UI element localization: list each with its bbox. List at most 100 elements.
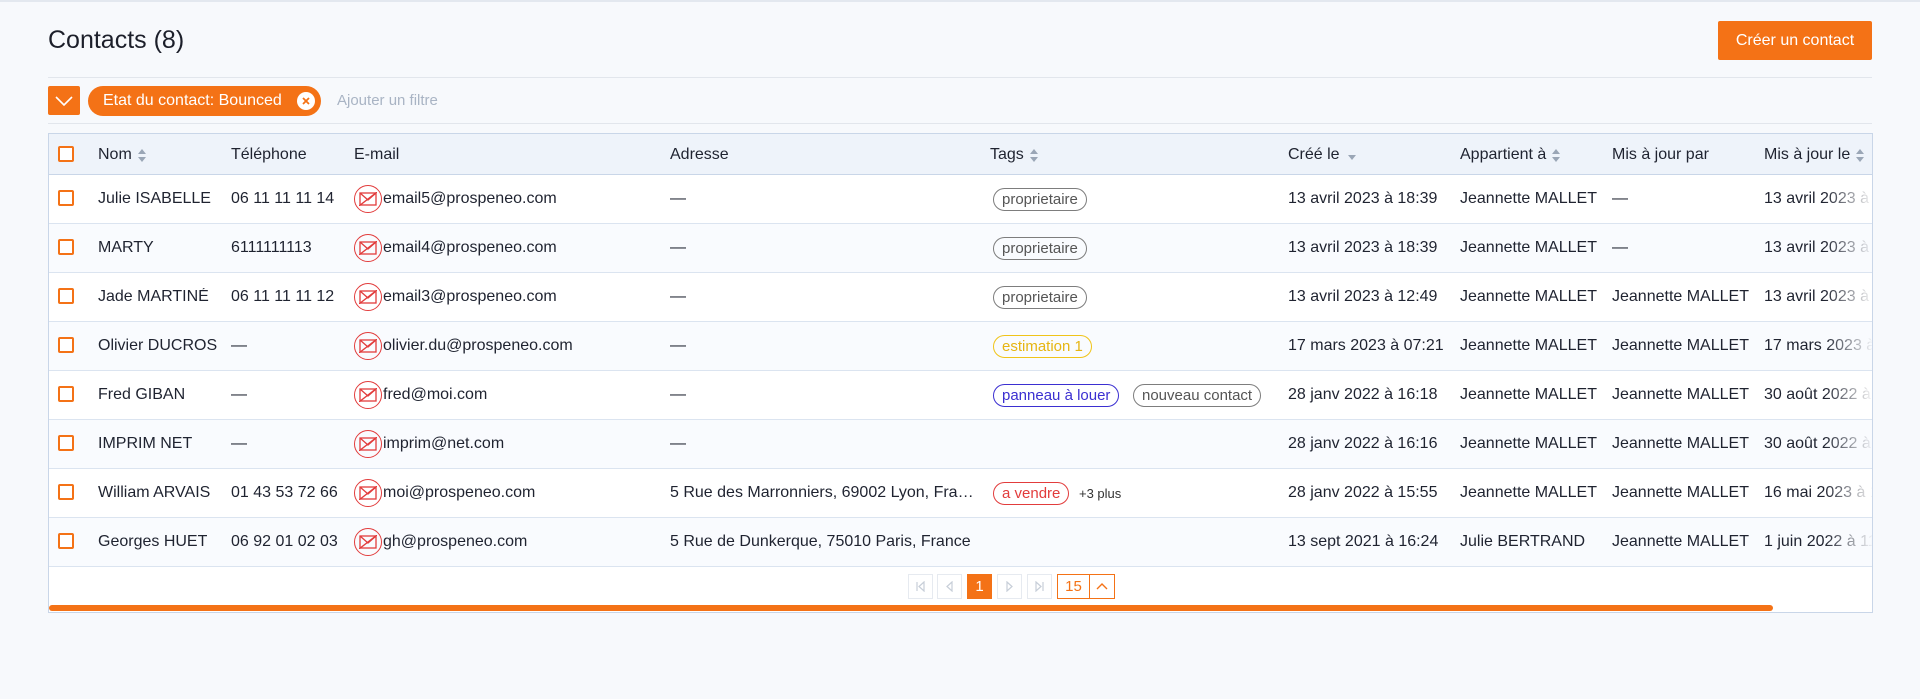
column-label: E-mail (354, 146, 400, 163)
previous-icon (946, 581, 953, 592)
horizontal-scrollbar[interactable] (49, 605, 1773, 611)
bounced-email-icon (354, 528, 382, 556)
tag[interactable]: proprietaire (993, 188, 1087, 211)
row-checkbox[interactable] (58, 386, 74, 402)
owner: Jeannette MALLET (1460, 288, 1597, 305)
tag[interactable]: nouveau contact (1133, 384, 1262, 407)
contact-email[interactable]: email3@prospeneo.com (383, 288, 557, 306)
next-icon (1006, 581, 1013, 592)
owner: Jeannette MALLET (1460, 484, 1597, 501)
sort-desc-icon[interactable] (1347, 154, 1356, 160)
table-row[interactable]: Julie ISABELLE 06 11 11 11 14 email5@pro… (49, 175, 1872, 224)
tag[interactable]: panneau à louer (993, 384, 1120, 407)
contact-email[interactable]: email5@prospeneo.com (383, 190, 557, 208)
contact-address: — (670, 337, 686, 354)
sort-icon[interactable] (1029, 148, 1039, 162)
table-row[interactable]: Olivier DUCROS — olivier.du@prospeneo.co… (49, 322, 1873, 371)
contact-name[interactable]: MARTY (98, 239, 154, 257)
contact-phone: 06 11 11 11 14 (231, 190, 335, 207)
sort-icon[interactable] (1856, 148, 1865, 162)
bounced-email-icon (354, 234, 382, 262)
updated-date: 30 août 2022 à (1764, 386, 1871, 403)
contact-email[interactable]: email4@prospeneo.com (383, 239, 557, 257)
create-contact-button[interactable]: Créer un contact (1718, 21, 1872, 60)
bounced-email-icon (354, 185, 382, 213)
remove-filter-button[interactable] (297, 92, 315, 110)
contact-name[interactable]: Jade MARTINÉ (98, 288, 209, 306)
contact-email[interactable]: fred@moi.com (383, 386, 487, 404)
page-title: Contacts (8) (48, 26, 185, 54)
sort-icon[interactable] (1552, 148, 1561, 162)
column-header-email: E-mail (354, 146, 399, 164)
column-header-name[interactable]: Nom (98, 146, 147, 164)
more-tags-link[interactable]: +3 plus (1079, 486, 1121, 501)
updated-date: 1 juin 2022 à 11 (1764, 533, 1873, 550)
page-size-toggle[interactable] (1089, 574, 1115, 599)
column-header-created[interactable]: Créé le (1288, 146, 1356, 164)
created-date: 13 avril 2023 à 12:49 (1288, 288, 1438, 305)
created-date: 13 sept 2021 à 16:24 (1288, 533, 1439, 550)
contact-name[interactable]: Julie ISABELLE (98, 190, 211, 208)
table-header: Nom Téléphone E-mail Adresse Tags Créé l… (49, 134, 1872, 175)
bounced-email-icon (354, 283, 382, 311)
row-checkbox[interactable] (58, 533, 74, 549)
active-filter-chip[interactable]: Etat du contact: Bounced (88, 86, 321, 116)
filter-toggle-button[interactable] (48, 86, 80, 115)
filter-chip-label: Etat du contact: Bounced (103, 92, 282, 109)
table-row[interactable]: William ARVAIS 01 43 53 72 66 moi@prospe… (49, 469, 1873, 518)
contact-email[interactable]: moi@prospeneo.com (383, 484, 535, 502)
bounced-email-icon (354, 332, 382, 360)
updated-date: 13 avril 2023 à (1764, 239, 1869, 256)
row-checkbox[interactable] (58, 190, 74, 206)
table-row[interactable]: IMPRIM NET — imprim@net.com — 28 janv 20… (49, 420, 1872, 469)
tag[interactable]: a vendre (993, 482, 1070, 505)
page-size-select[interactable]: 15 (1057, 574, 1090, 599)
column-label: Tags (990, 146, 1024, 163)
table-row[interactable]: MARTY 6111111113 email4@prospeneo.com — … (49, 224, 1872, 273)
owner: Jeannette MALLET (1460, 435, 1597, 452)
table-row[interactable]: Georges HUET 06 92 01 02 03 gh@prospeneo… (49, 518, 1873, 567)
created-date: 28 janv 2022 à 16:18 (1288, 386, 1438, 403)
tag[interactable]: estimation 1 (993, 335, 1092, 358)
contact-name[interactable]: IMPRIM NET (98, 435, 192, 453)
sort-icon[interactable] (137, 148, 147, 162)
select-all-checkbox[interactable] (58, 146, 74, 162)
contact-phone: 06 11 11 11 12 (231, 288, 335, 305)
add-filter-input[interactable]: Ajouter un filtre (337, 92, 438, 109)
page-number-button[interactable]: 1 (967, 574, 992, 599)
contact-name[interactable]: Fred GIBAN (98, 386, 185, 404)
row-checkbox[interactable] (58, 239, 74, 255)
updated-date: 17 mars 2023 à (1764, 337, 1873, 354)
updated-date: 16 mai 2023 à 1 (1764, 484, 1873, 501)
column-header-owner[interactable]: Appartient à (1460, 146, 1561, 164)
first-page-button[interactable] (908, 574, 933, 599)
contact-phone: 6111111113 (231, 239, 312, 256)
table-row[interactable]: Jade MARTINÉ 06 11 11 11 12 email3@prosp… (49, 273, 1872, 322)
row-checkbox[interactable] (58, 435, 74, 451)
table-row[interactable]: Fred GIBAN — fred@moi.com — panneau à lo… (49, 371, 1872, 420)
column-label: Appartient à (1460, 146, 1547, 163)
bounced-email-icon (354, 479, 382, 507)
contact-email[interactable]: gh@prospeneo.com (383, 533, 527, 551)
column-header-updated-on[interactable]: Mis à jour le (1764, 146, 1865, 164)
row-checkbox[interactable] (58, 484, 74, 500)
created-date: 17 mars 2023 à 07:21 (1288, 337, 1444, 354)
column-header-tags[interactable]: Tags (990, 146, 1039, 164)
owner: Jeannette MALLET (1460, 239, 1597, 256)
contact-name[interactable]: Olivier DUCROS (98, 337, 217, 355)
contact-address: 5 Rue des Marronniers, 69002 Lyon, Fra… (670, 484, 974, 501)
tag[interactable]: proprietaire (993, 237, 1087, 260)
tag[interactable]: proprietaire (993, 286, 1087, 309)
contact-email[interactable]: olivier.du@prospeneo.com (383, 337, 573, 355)
last-page-button[interactable] (1027, 574, 1052, 599)
row-checkbox[interactable] (58, 288, 74, 304)
previous-page-button[interactable] (937, 574, 962, 599)
contact-name[interactable]: William ARVAIS (98, 484, 210, 502)
updated-by: Jeannette MALLET (1612, 386, 1749, 403)
next-page-button[interactable] (997, 574, 1022, 599)
row-checkbox[interactable] (58, 337, 74, 353)
contact-phone: — (231, 386, 247, 403)
contact-email[interactable]: imprim@net.com (383, 435, 504, 453)
column-header-updated-by: Mis à jour par (1612, 146, 1709, 164)
contact-name[interactable]: Georges HUET (98, 533, 207, 551)
